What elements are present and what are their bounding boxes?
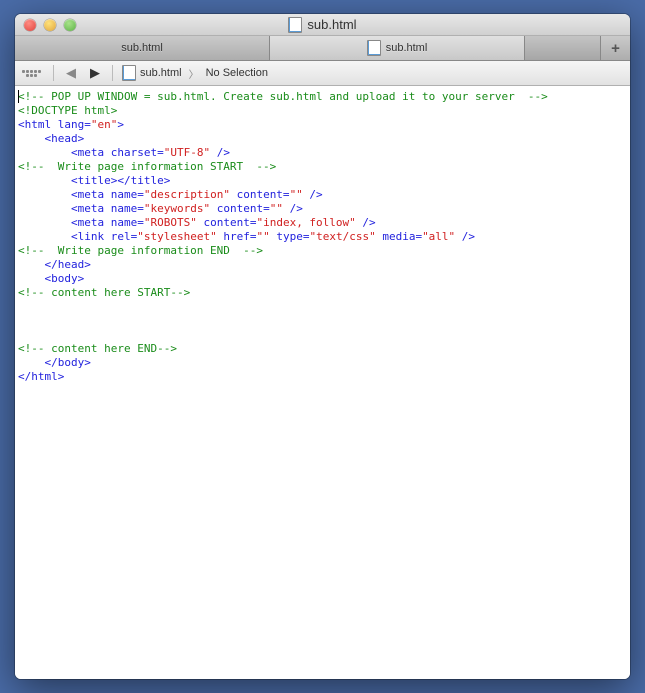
grip-icon[interactable]	[21, 65, 41, 81]
tab-label: sub.html	[121, 42, 163, 54]
tab-inactive[interactable]: sub.html	[15, 36, 270, 60]
add-tab-button[interactable]: +	[600, 36, 630, 60]
plus-icon: +	[611, 40, 620, 57]
code-tag: <html	[18, 118, 51, 131]
divider	[53, 65, 54, 81]
code-attr: charset=	[104, 146, 164, 159]
tab-strip: sub.html sub.html +	[15, 36, 630, 61]
code-indent	[18, 230, 71, 243]
zoom-icon[interactable]	[64, 19, 76, 31]
code-comment: <!-- content here START-->	[18, 286, 190, 299]
code-indent	[18, 174, 71, 187]
code-attr: name=	[104, 188, 144, 201]
code-indent	[18, 132, 45, 145]
code-val: "UTF-8"	[164, 146, 210, 159]
code-comment: <!-- Write page information START -->	[18, 160, 276, 173]
code-tag: <meta	[71, 202, 104, 215]
chevron-right-icon: 〉	[189, 66, 199, 81]
path-file-label: sub.html	[140, 67, 182, 79]
divider	[112, 65, 113, 81]
code-comment: <!-- POP UP WINDOW = sub.html. Create su…	[18, 90, 548, 103]
code-punct: />	[283, 202, 303, 215]
path-segment-selection[interactable]: No Selection	[203, 67, 271, 79]
window-title-text: sub.html	[307, 17, 356, 32]
text-cursor	[18, 90, 19, 103]
code-comment: <!-- content here END-->	[18, 342, 177, 355]
minimize-icon[interactable]	[44, 19, 56, 31]
code-attr: media=	[376, 230, 422, 243]
code-val: "text/css"	[309, 230, 375, 243]
window-title: sub.html	[15, 17, 630, 33]
code-indent	[18, 202, 71, 215]
code-punct: />	[356, 216, 376, 229]
code-attr: content=	[210, 202, 270, 215]
code-indent	[18, 216, 71, 229]
window-controls	[15, 19, 76, 31]
titlebar[interactable]: sub.html	[15, 14, 630, 36]
code-val: ""	[270, 202, 283, 215]
close-icon[interactable]	[24, 19, 36, 31]
forward-button[interactable]: ▶	[84, 64, 106, 82]
code-val: "ROBOTS"	[144, 216, 197, 229]
code-tag: <meta	[71, 188, 104, 201]
code-attr: href=	[217, 230, 257, 243]
code-punct: />	[210, 146, 230, 159]
code-editor[interactable]: <!-- POP UP WINDOW = sub.html. Create su…	[15, 86, 630, 679]
code-val: "description"	[144, 188, 230, 201]
code-tag: <meta	[71, 146, 104, 159]
code-tag: <meta	[71, 216, 104, 229]
file-icon	[122, 65, 136, 81]
code-indent	[18, 272, 45, 285]
code-val: ""	[290, 188, 303, 201]
code-tag: </html>	[18, 370, 64, 383]
tab-label: sub.html	[386, 42, 428, 54]
file-icon	[367, 40, 381, 56]
code-tag: </head>	[45, 258, 91, 271]
code-doctype: <!DOCTYPE html>	[18, 104, 117, 117]
code-indent	[18, 146, 71, 159]
file-icon	[288, 17, 302, 33]
code-indent	[18, 258, 45, 271]
chevron-left-icon: ◀	[66, 65, 76, 81]
editor-window: sub.html sub.html sub.html + ◀ ▶ sub.htm…	[15, 14, 630, 679]
code-tag: <head>	[45, 132, 85, 145]
code-attr: rel=	[104, 230, 137, 243]
code-val: "keywords"	[144, 202, 210, 215]
code-comment: <!-- Write page information END -->	[18, 244, 263, 257]
code-attr: name=	[104, 216, 144, 229]
code-attr: content=	[197, 216, 257, 229]
path-bar: ◀ ▶ sub.html 〉 No Selection	[15, 61, 630, 86]
code-val: ""	[256, 230, 269, 243]
code-indent	[18, 188, 71, 201]
chevron-right-icon: ▶	[90, 65, 100, 81]
code-tag: </body>	[45, 356, 91, 369]
code-val: "all"	[422, 230, 455, 243]
code-attr: name=	[104, 202, 144, 215]
code-attr: type=	[270, 230, 310, 243]
code-attr: content=	[230, 188, 290, 201]
path-selection-label: No Selection	[206, 67, 268, 79]
code-attr: lang=	[51, 118, 91, 131]
code-val: "en"	[91, 118, 118, 131]
code-punct: />	[303, 188, 323, 201]
path-segment-file[interactable]: sub.html	[119, 65, 185, 81]
code-tag: <body>	[45, 272, 85, 285]
code-val: "index, follow"	[256, 216, 355, 229]
tab-active[interactable]: sub.html	[270, 36, 525, 60]
code-tag: <link	[71, 230, 104, 243]
code-tag: <title></title>	[71, 174, 170, 187]
code-val: "stylesheet"	[137, 230, 216, 243]
code-indent	[18, 356, 45, 369]
back-button[interactable]: ◀	[60, 64, 82, 82]
code-punct: />	[455, 230, 475, 243]
code-punct: >	[117, 118, 124, 131]
